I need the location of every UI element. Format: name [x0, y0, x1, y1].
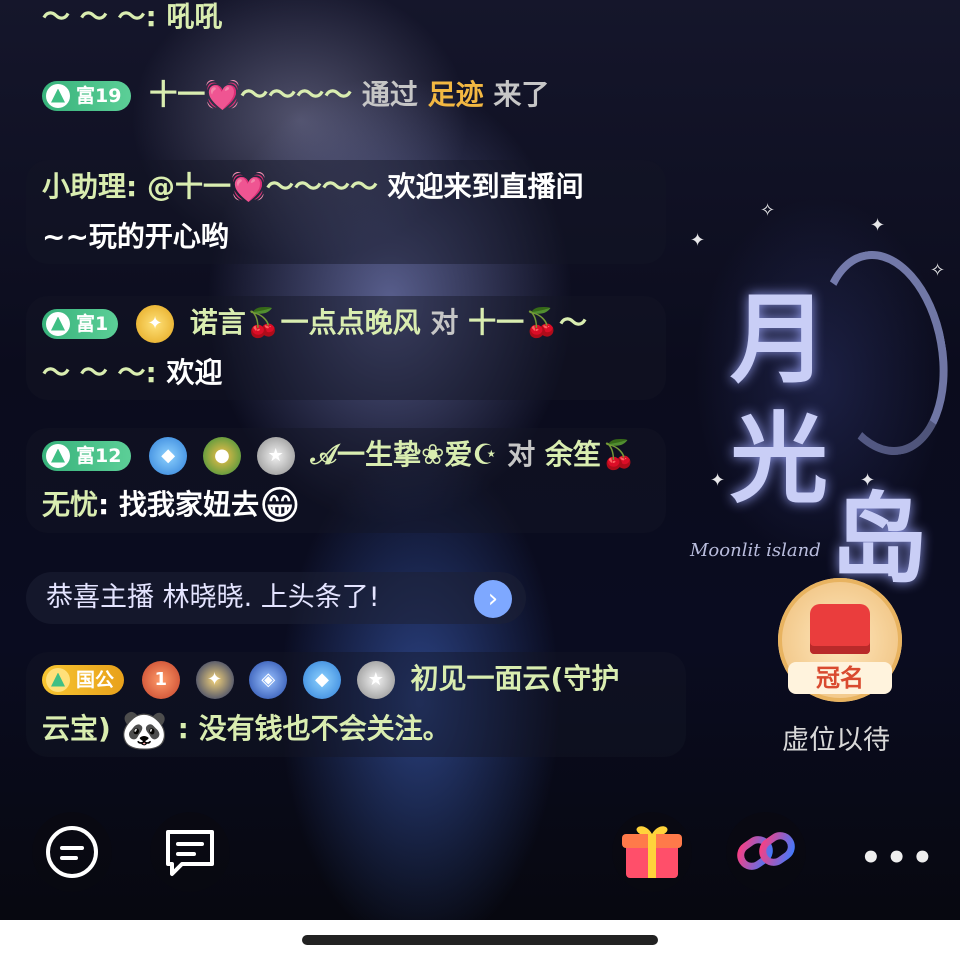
headline-notice[interactable]: 恭喜主播 林晓晓. 上头条了! ›: [26, 572, 526, 624]
panda-emoji-icon: 🐼: [120, 708, 168, 752]
coin-icon: [46, 667, 70, 692]
gold-medal-icon: ✦: [135, 305, 174, 343]
chat-bubble-icon: [46, 826, 98, 878]
guild-badge: 国公: [42, 665, 125, 695]
sender-name: 小助理: [42, 170, 127, 203]
orange-badge-icon: ●: [202, 437, 241, 475]
rich-level-badge: 富1: [42, 309, 119, 339]
throne-icon: [810, 604, 870, 654]
chat-bubble-button[interactable]: [32, 812, 112, 892]
chat-message[interactable]: 国公 1 ✦ ◈ ◆ ★ 初见一面云(守护 云宝) 🐼 : 没有钱也不会关注。: [26, 652, 686, 757]
blue-crystal-icon: ◆: [149, 437, 188, 475]
chat-message[interactable]: 富1 ✦ 诺言🍒一点点晚风 对 十一🍒～ ～ ～ ～: 欢迎: [26, 296, 666, 400]
mention[interactable]: @十一💓～～～～: [147, 170, 378, 203]
chat-message[interactable]: 小助理: @十一💓～～～～ 欢迎来到直播间 ~~玩的开心哟: [26, 160, 666, 264]
target-username[interactable]: 余笙🍒: [545, 438, 636, 471]
sparkle-icon: ✧: [760, 200, 776, 221]
username[interactable]: 𝒜一生挚❀爱☪: [310, 438, 497, 471]
rank-badge: 1: [141, 661, 180, 699]
crown-caption: 虚位以待: [782, 725, 890, 756]
chat-message[interactable]: 富19 十一💓～～～～ 通过 足迹 来了: [26, 70, 565, 120]
sparkle-icon: ✧: [930, 260, 946, 281]
rich-level-badge: 富12: [42, 441, 132, 471]
grin-emoji-icon: 😁: [258, 483, 301, 529]
chat-message[interactable]: ～ ～ ～: 吼吼: [26, 0, 238, 42]
gem-icon: [46, 443, 70, 468]
home-indicator[interactable]: [302, 935, 658, 945]
chevron-right-icon[interactable]: ›: [474, 580, 512, 618]
link-icon: [737, 832, 795, 870]
shield-badge-icon: ◈: [249, 661, 288, 699]
link-button[interactable]: [726, 812, 806, 892]
username[interactable]: 初见一面云(守护: [411, 662, 620, 695]
chat-message[interactable]: 富12 ◆ ● ★ 𝒜一生挚❀爱☪ 对 余笙🍒 无忧: 找我家妞去😁: [26, 428, 666, 533]
blue-crystal-icon: ◆: [303, 661, 342, 699]
silver-star-icon: ★: [356, 661, 395, 699]
sparkle-icon: ✦: [710, 470, 726, 491]
channel-subtitle: Moonlit island: [690, 540, 821, 561]
gem-icon: [46, 311, 70, 336]
compass-badge-icon: ✦: [195, 661, 234, 699]
crown-sponsor-button[interactable]: 冠名: [778, 578, 902, 702]
sparkle-icon: ✦: [870, 215, 886, 236]
message-square-icon: [166, 830, 214, 876]
gem-icon: [46, 83, 70, 108]
message-button[interactable]: [150, 812, 230, 892]
username[interactable]: 诺言🍒一点点晚风: [190, 306, 421, 339]
rich-level-badge: 富19: [42, 81, 132, 111]
target-username[interactable]: 十一🍒～: [468, 306, 587, 339]
sparkle-icon: ✦: [690, 230, 706, 251]
username[interactable]: 十一💓～～～～: [149, 78, 352, 111]
silver-star-icon: ★: [256, 437, 295, 475]
footprint-link[interactable]: 足迹: [428, 78, 484, 111]
more-dots-icon[interactable]: •••: [860, 838, 937, 878]
gift-icon: [622, 826, 682, 878]
gift-button[interactable]: [612, 812, 692, 892]
